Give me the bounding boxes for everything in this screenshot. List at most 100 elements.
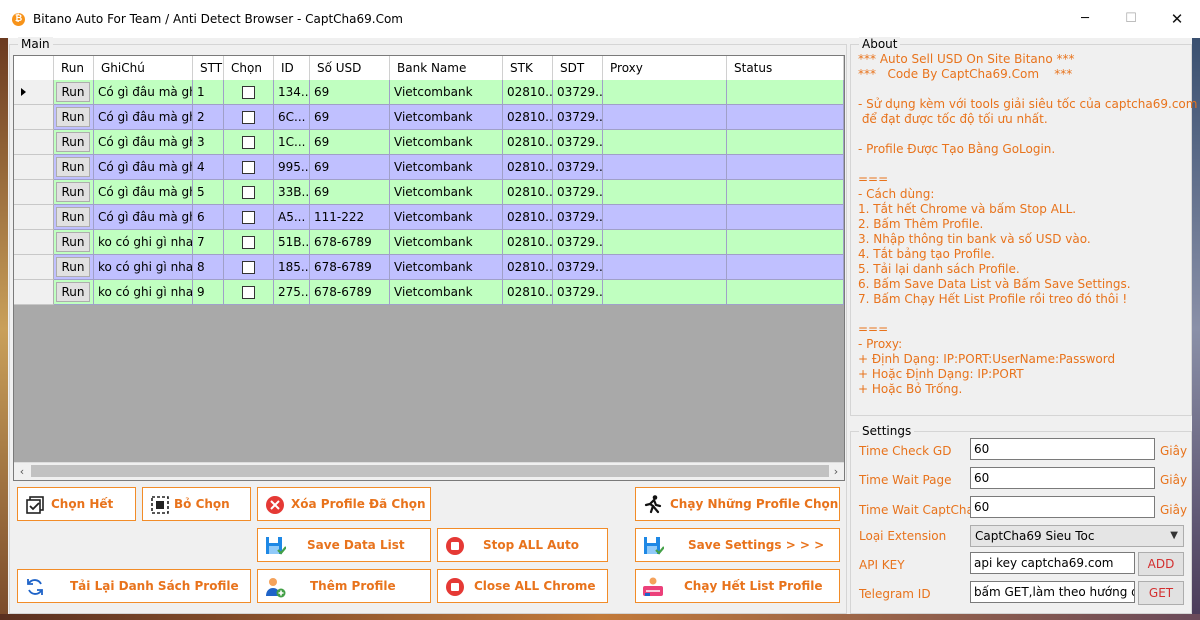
- proxy-cell[interactable]: [603, 230, 727, 255]
- usd-cell[interactable]: 69: [310, 80, 390, 105]
- sdt-cell[interactable]: 03729...: [553, 80, 603, 105]
- select-checkbox[interactable]: [242, 286, 255, 299]
- extension-select[interactable]: CaptCha69 Sieu Toc ▼: [970, 525, 1184, 547]
- row-header[interactable]: [14, 230, 54, 255]
- status-cell[interactable]: [727, 180, 844, 205]
- select-checkbox[interactable]: [242, 161, 255, 174]
- time-wait-page-input[interactable]: 60: [970, 467, 1155, 489]
- sdt-cell[interactable]: 03729...: [553, 180, 603, 205]
- bank-cell[interactable]: Vietcombank: [390, 155, 503, 180]
- stk-cell[interactable]: 02810...: [503, 280, 553, 305]
- status-cell[interactable]: [727, 205, 844, 230]
- usd-cell[interactable]: 69: [310, 180, 390, 205]
- sdt-cell[interactable]: 03729...: [553, 280, 603, 305]
- note-cell[interactable]: ko có ghi gì nha: [94, 280, 193, 305]
- table-row[interactable]: Run Có gì đâu mà ghi 6 A5... 111-222 Vietcomb…: [14, 205, 844, 230]
- proxy-cell[interactable]: [603, 180, 727, 205]
- bank-cell[interactable]: Vietcombank: [390, 80, 503, 105]
- maximize-button[interactable]: ☐: [1108, 0, 1154, 38]
- sdt-cell[interactable]: 03729...: [553, 205, 603, 230]
- usd-cell[interactable]: 69: [310, 130, 390, 155]
- stt-cell[interactable]: 4: [193, 155, 224, 180]
- row-header[interactable]: [14, 280, 54, 305]
- run-button[interactable]: Run: [56, 182, 90, 202]
- column-header[interactable]: Proxy: [603, 56, 727, 80]
- run-button[interactable]: Run: [56, 157, 90, 177]
- horizontal-scrollbar[interactable]: ‹ ›: [14, 462, 844, 480]
- table-row[interactable]: Run Có gì đâu mà ghi 1 134... 69 Vietcombank 0…: [14, 80, 844, 105]
- stt-cell[interactable]: 5: [193, 180, 224, 205]
- add-profile-button[interactable]: Thêm Profile: [257, 569, 431, 603]
- usd-cell[interactable]: 111-222: [310, 205, 390, 230]
- table-row[interactable]: Run Có gì đâu mà ghi 2 6C... 69 Vietcombank 02…: [14, 105, 844, 130]
- table-row[interactable]: Run Có gì đâu mà ghi 5 33B... 69 Vietcombank 0…: [14, 180, 844, 205]
- add-api-key-button[interactable]: ADD: [1138, 552, 1184, 576]
- sdt-cell[interactable]: 03729...: [553, 155, 603, 180]
- id-cell[interactable]: 51B...: [274, 230, 310, 255]
- id-cell[interactable]: 185...: [274, 255, 310, 280]
- bank-cell[interactable]: Vietcombank: [390, 180, 503, 205]
- usd-cell[interactable]: 69: [310, 105, 390, 130]
- proxy-cell[interactable]: [603, 255, 727, 280]
- delete-selected-button[interactable]: Xóa Profile Đã Chọn: [257, 487, 431, 521]
- table-row[interactable]: Run Có gì đâu mà ghi 3 1C... 69 Vietcombank 02…: [14, 130, 844, 155]
- run-button[interactable]: Run: [56, 257, 90, 277]
- row-header[interactable]: [14, 80, 54, 105]
- column-header[interactable]: STK: [503, 56, 553, 80]
- proxy-cell[interactable]: [603, 105, 727, 130]
- table-row[interactable]: Run ko có ghi gì nha 9 275... 678-6789 Vietco…: [14, 280, 844, 305]
- status-cell[interactable]: [727, 280, 844, 305]
- stk-cell[interactable]: 02810...: [503, 255, 553, 280]
- stt-cell[interactable]: 7: [193, 230, 224, 255]
- column-header[interactable]: SDT: [553, 56, 603, 80]
- column-header[interactable]: Chọn: [224, 56, 274, 80]
- close-all-chrome-button[interactable]: Close ALL Chrome: [437, 569, 608, 603]
- select-checkbox[interactable]: [242, 136, 255, 149]
- note-cell[interactable]: Có gì đâu mà ghi: [94, 155, 193, 180]
- status-cell[interactable]: [727, 80, 844, 105]
- column-header[interactable]: Status: [727, 56, 844, 80]
- stk-cell[interactable]: 02810...: [503, 80, 553, 105]
- run-button[interactable]: Run: [56, 82, 90, 102]
- column-header[interactable]: GhiChú: [94, 56, 193, 80]
- proxy-cell[interactable]: [603, 155, 727, 180]
- stk-cell[interactable]: 02810...: [503, 105, 553, 130]
- save-data-list-button[interactable]: Save Data List: [257, 528, 431, 562]
- column-header[interactable]: Số USD: [310, 56, 390, 80]
- column-header[interactable]: Run: [54, 56, 94, 80]
- stk-cell[interactable]: 02810...: [503, 155, 553, 180]
- column-header[interactable]: Bank Name: [390, 56, 503, 80]
- id-cell[interactable]: A5...: [274, 205, 310, 230]
- proxy-cell[interactable]: [603, 130, 727, 155]
- table-row[interactable]: Run Có gì đâu mà ghi 4 995... 69 Vietcombank 0…: [14, 155, 844, 180]
- bank-cell[interactable]: Vietcombank: [390, 205, 503, 230]
- note-cell[interactable]: Có gì đâu mà ghi: [94, 105, 193, 130]
- run-all-button[interactable]: Chạy Hết List Profile: [635, 569, 840, 603]
- note-cell[interactable]: ko có ghi gì nha: [94, 230, 193, 255]
- note-cell[interactable]: Có gì đâu mà ghi: [94, 80, 193, 105]
- select-checkbox[interactable]: [242, 86, 255, 99]
- column-header[interactable]: STT: [193, 56, 224, 80]
- status-cell[interactable]: [727, 255, 844, 280]
- note-cell[interactable]: Có gì đâu mà ghi: [94, 205, 193, 230]
- bank-cell[interactable]: Vietcombank: [390, 130, 503, 155]
- usd-cell[interactable]: 678-6789: [310, 255, 390, 280]
- minimize-button[interactable]: ─: [1062, 0, 1108, 38]
- run-selected-button[interactable]: Chạy Những Profile Chọn: [635, 487, 840, 521]
- stt-cell[interactable]: 9: [193, 280, 224, 305]
- note-cell[interactable]: ko có ghi gì nha: [94, 255, 193, 280]
- scroll-left-icon[interactable]: ‹: [14, 463, 30, 480]
- stk-cell[interactable]: 02810...: [503, 205, 553, 230]
- row-header[interactable]: [14, 105, 54, 130]
- column-header[interactable]: ID: [274, 56, 310, 80]
- select-checkbox[interactable]: [242, 261, 255, 274]
- reload-list-button[interactable]: Tải Lại Danh Sách Profile: [17, 569, 251, 603]
- usd-cell[interactable]: 678-6789: [310, 280, 390, 305]
- sdt-cell[interactable]: 03729...: [553, 130, 603, 155]
- bank-cell[interactable]: Vietcombank: [390, 230, 503, 255]
- run-button[interactable]: Run: [56, 232, 90, 252]
- scrollbar-thumb[interactable]: [31, 465, 829, 477]
- table-row[interactable]: Run ko có ghi gì nha 8 185... 678-6789 Vietco…: [14, 255, 844, 280]
- table-row[interactable]: Run ko có ghi gì nha 7 51B... 678-6789 Vietco…: [14, 230, 844, 255]
- id-cell[interactable]: 134...: [274, 80, 310, 105]
